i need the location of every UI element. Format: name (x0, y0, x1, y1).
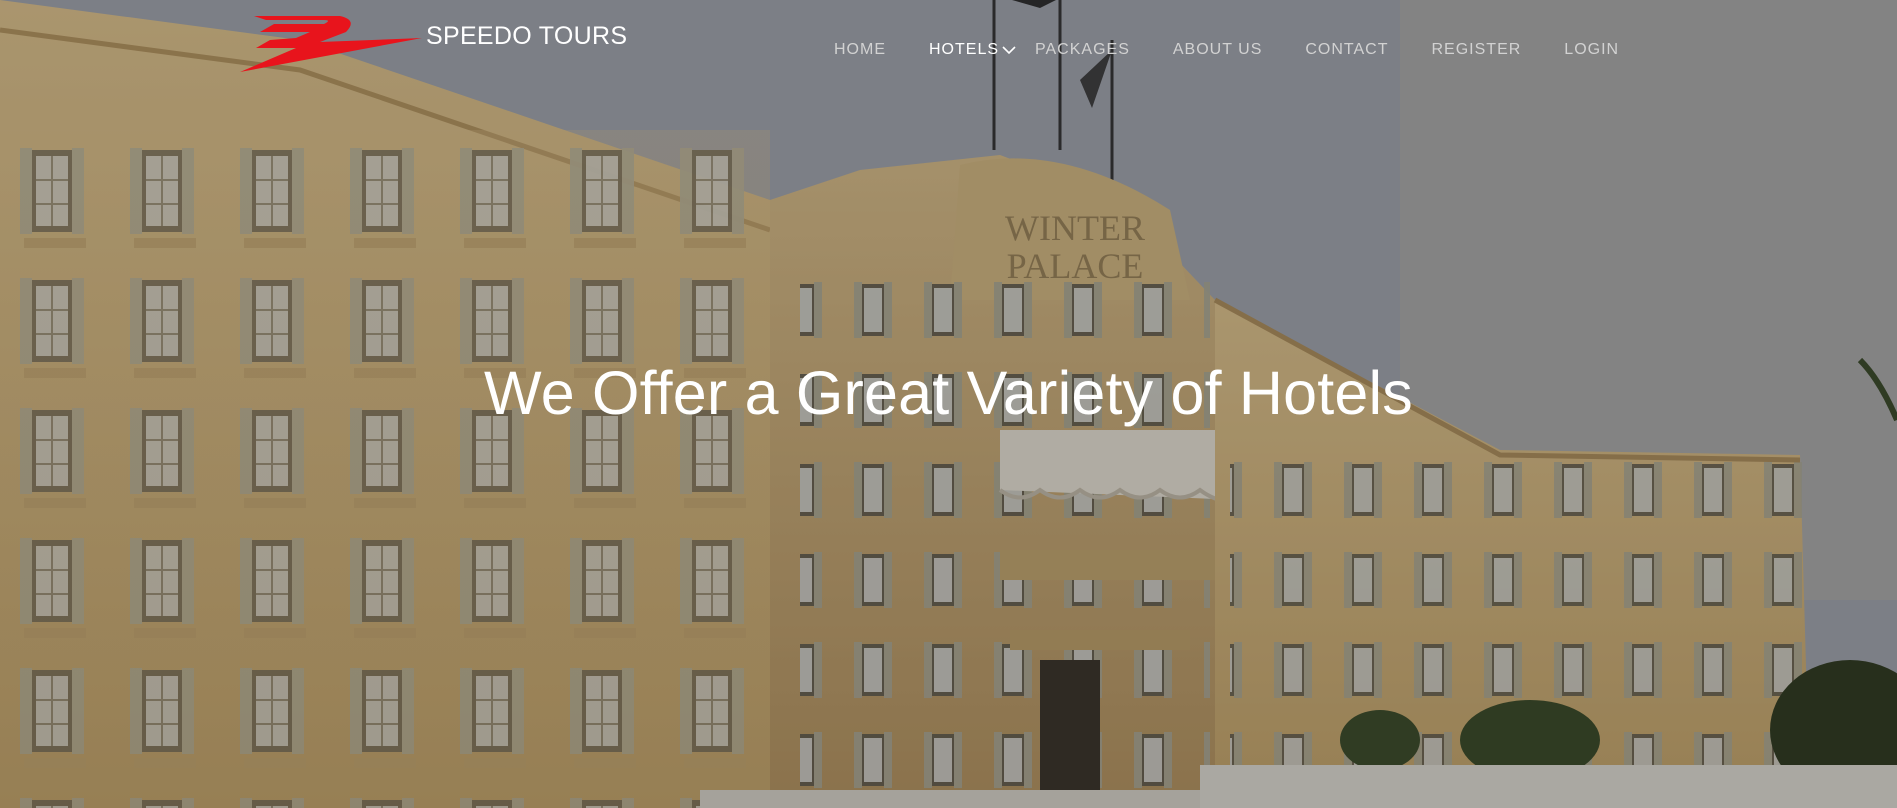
hero-section: WINTER PALACE SPEEDO TOURS HOME HOTELS P… (0, 0, 1897, 808)
nav-hotels-label: HOTELS (929, 41, 1000, 58)
nav-home[interactable]: HOME (834, 41, 886, 59)
brand-home-link[interactable]: SPEEDO TOURS (236, 14, 627, 74)
nav-hotels[interactable]: HOTELS (929, 41, 1017, 59)
hero-title: We Offer a Great Variety of Hotels (484, 359, 1413, 427)
nav-about-us[interactable]: ABOUT US (1173, 41, 1263, 59)
brand-name: SPEEDO TOURS (426, 21, 628, 50)
nav-login[interactable]: LOGIN (1564, 41, 1619, 59)
nav-register[interactable]: REGISTER (1432, 41, 1522, 59)
speedo-wing-logo-icon (240, 16, 422, 72)
chevron-down-icon (1002, 46, 1016, 55)
nav-packages[interactable]: PACKAGES (1035, 41, 1130, 59)
nav-contact[interactable]: CONTACT (1305, 41, 1388, 59)
main-navigation: HOME HOTELS PACKAGES ABOUT US CONTACT RE… (834, 38, 1662, 62)
